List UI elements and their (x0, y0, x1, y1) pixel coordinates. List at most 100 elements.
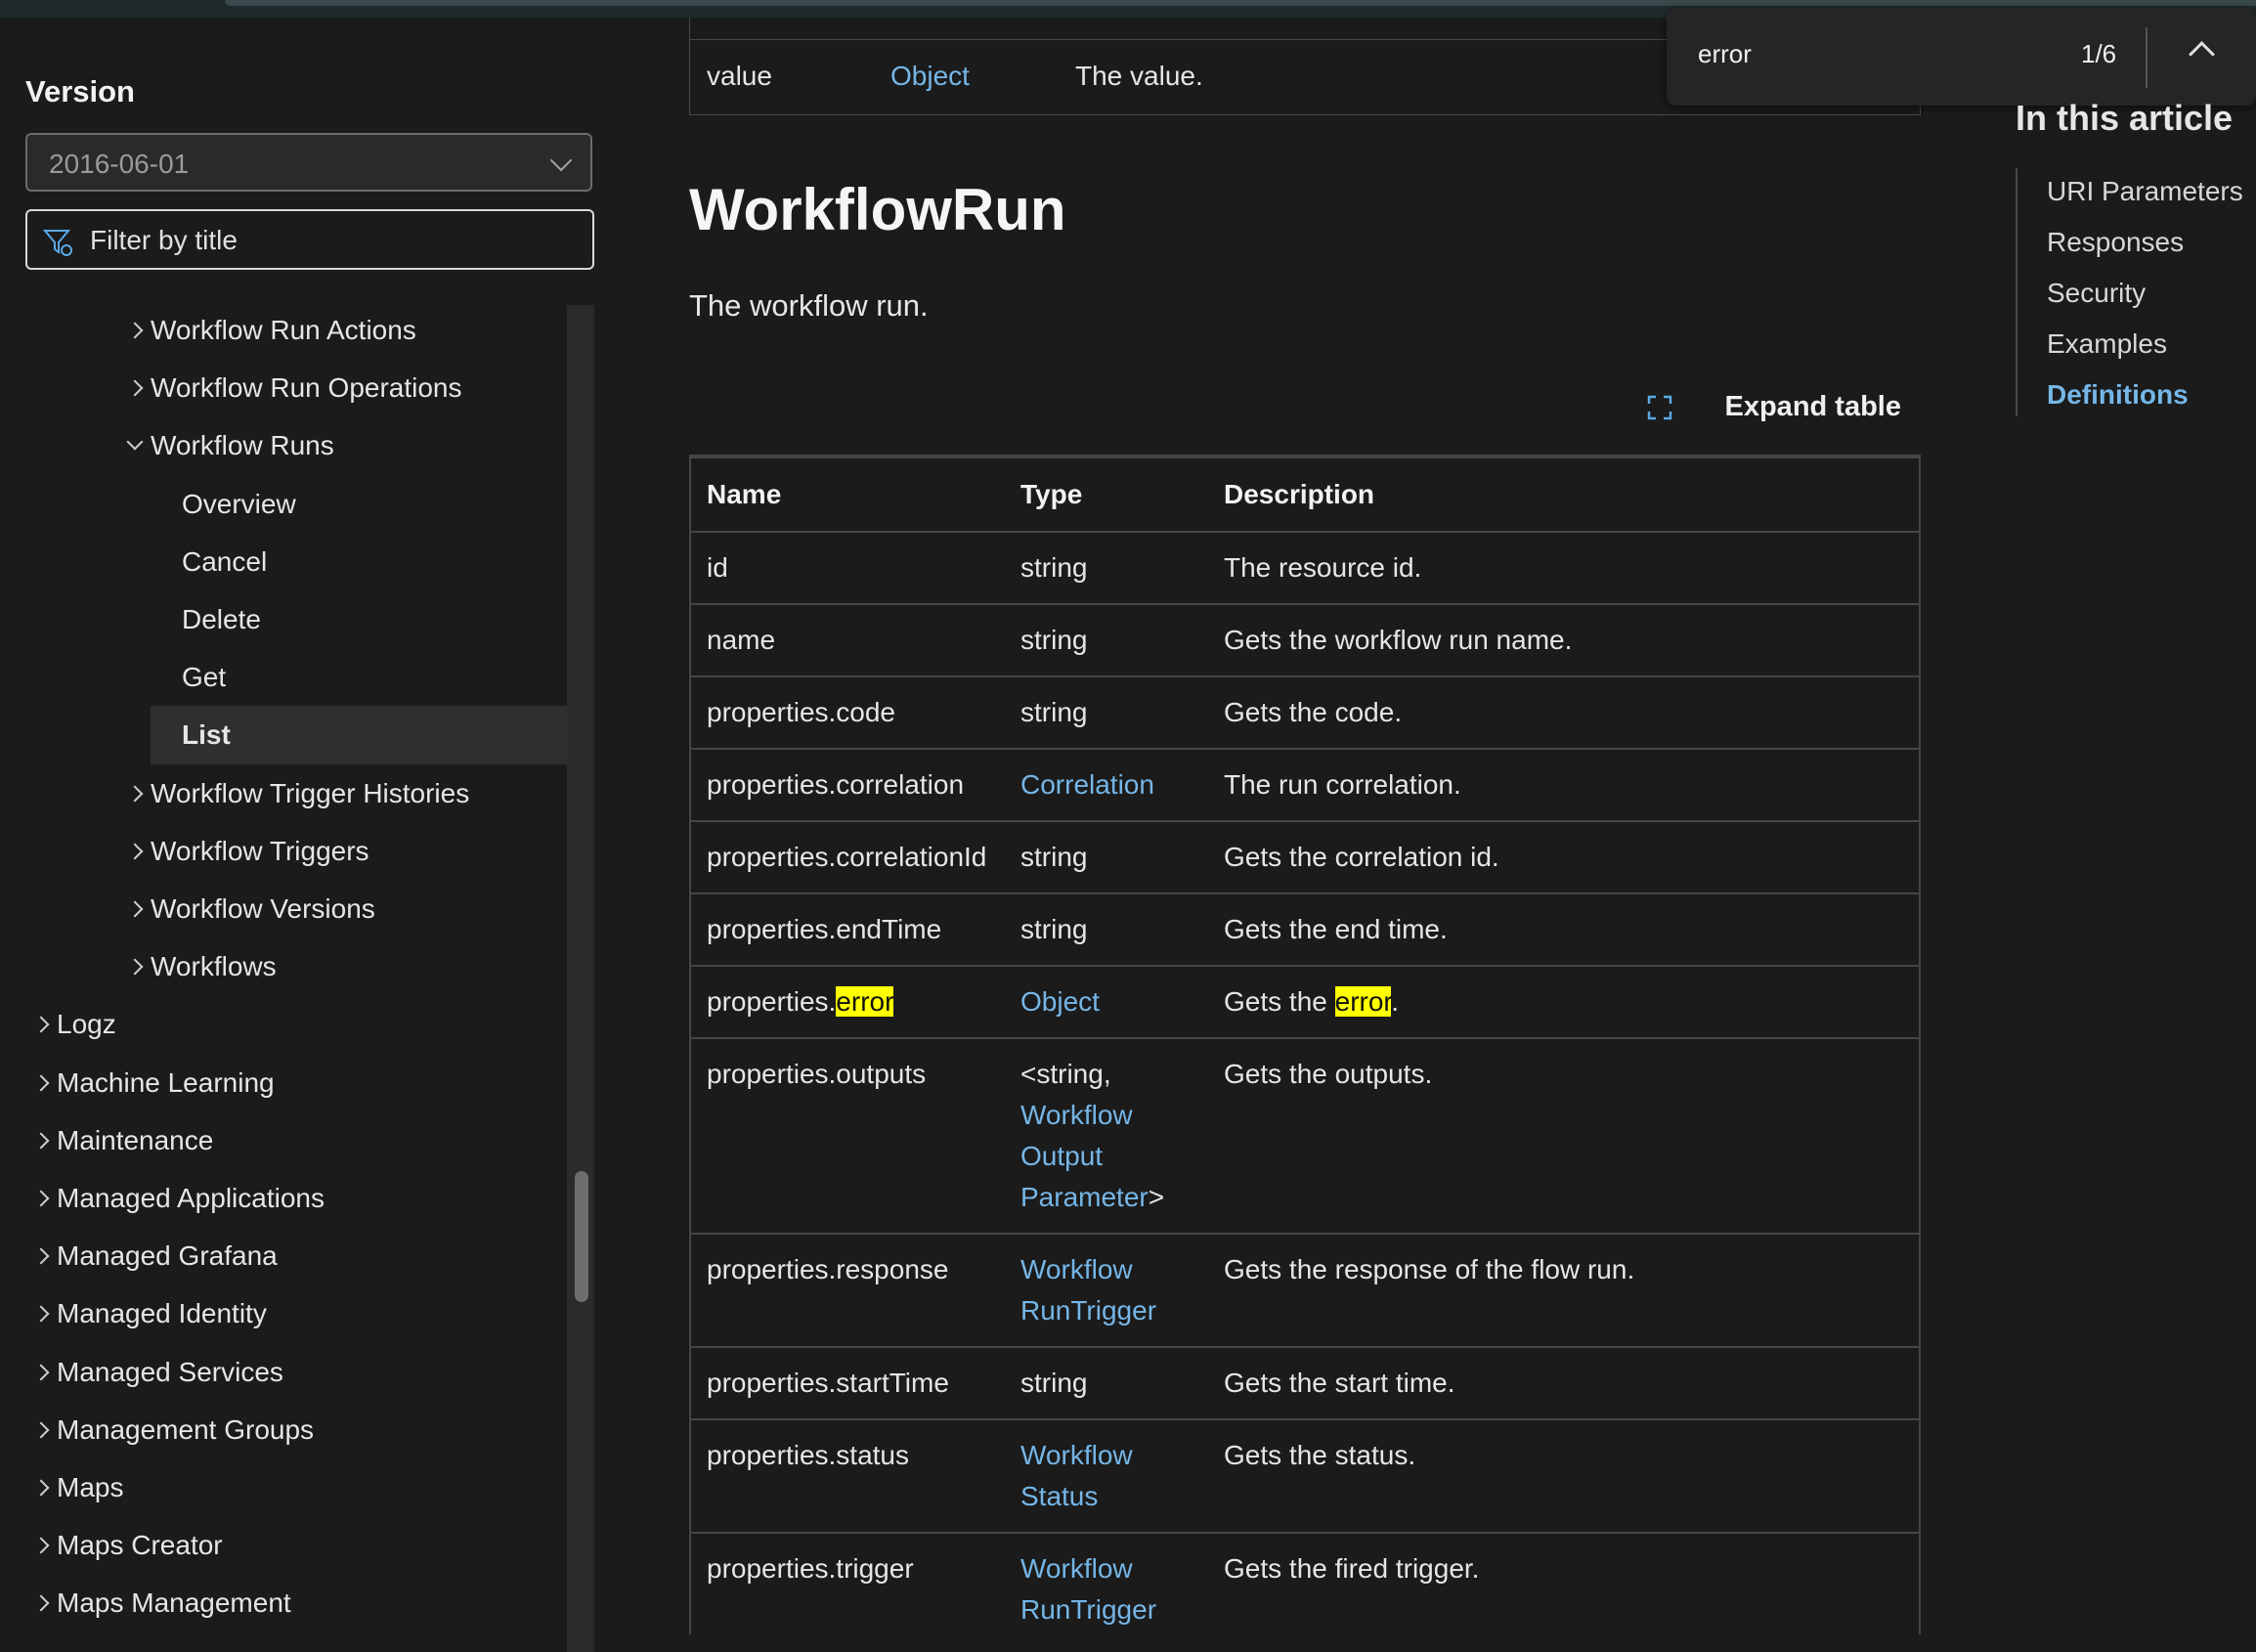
cell-type: Object (1005, 966, 1208, 1038)
article-toc-link[interactable]: Security (2047, 278, 2146, 309)
column-header-description: Description (1208, 457, 1919, 532)
type-link[interactable]: Workflow Status (1020, 1440, 1133, 1511)
toc-item-label: Logz (57, 997, 116, 1052)
type-link[interactable]: Workflow RunTrigger (1020, 1553, 1156, 1625)
toc-item[interactable]: Management Groups (0, 1403, 567, 1457)
type-link[interactable]: Correlation (1020, 769, 1154, 800)
toc-item-label: List (182, 708, 231, 762)
cell-type-link[interactable]: Object (890, 61, 970, 92)
toc-item[interactable]: Managed Services (0, 1345, 567, 1400)
toc-item-label: Maps Creator (57, 1518, 223, 1573)
find-match-highlight: error (1335, 986, 1392, 1017)
toc-item[interactable]: Workflow Runs (0, 418, 567, 473)
filter-icon (41, 225, 74, 258)
toc-item-label: Maps (57, 1460, 123, 1515)
find-input[interactable]: error (1698, 39, 1752, 69)
cell-description: Gets the response of the flow run. (1208, 1234, 1919, 1347)
cell-description: Gets the status. (1208, 1419, 1919, 1533)
toc-item-label: Delete (182, 592, 261, 647)
toc-item[interactable]: Managed Identity (0, 1286, 567, 1341)
type-text: string (1020, 914, 1087, 944)
toc-item[interactable]: Maps (0, 1460, 567, 1515)
chevron-right-icon (33, 1191, 50, 1207)
toc-item-label: Managed Identity (57, 1286, 267, 1341)
toc-item[interactable]: List (0, 708, 567, 762)
table-row: properties.error Object Gets the error. (691, 966, 1919, 1038)
version-value: 2016-06-01 (49, 149, 189, 180)
cell-name: properties.status (691, 1419, 1005, 1533)
toc-item-label: Workflow Versions (151, 882, 375, 936)
toc-item[interactable]: Workflow Trigger Histories (0, 766, 567, 821)
table-row: properties.triggerWorkflow RunTriggerGet… (691, 1533, 1919, 1634)
toc-item[interactable]: Logz (0, 997, 567, 1052)
toc-item-label: Management Groups (57, 1403, 314, 1457)
table-row: properties.outputs<string, Workflow Outp… (691, 1038, 1919, 1234)
cell-name: name (691, 604, 1005, 676)
left-sidebar: Version 2016-06-01 Filter by title Workf… (0, 18, 598, 1634)
sidebar-scrollbar-track[interactable] (567, 305, 594, 1652)
type-text: string (1020, 625, 1087, 655)
article-toc-link[interactable]: Examples (2047, 328, 2167, 360)
find-match-highlight: error (836, 986, 893, 1017)
toc-item[interactable]: Workflow Run Operations (0, 361, 567, 415)
article-toc-rail (2016, 168, 2017, 416)
find-match-count: 1/6 (2081, 39, 2116, 69)
toc-item-label: Cancel (182, 535, 267, 589)
toc-item-label: Workflow Runs (151, 418, 334, 473)
type-text: string (1020, 552, 1087, 583)
table-row: properties.correlationIdstringGets the c… (691, 821, 1919, 893)
toc-item[interactable]: Maps Creator (0, 1518, 567, 1573)
toc-item[interactable]: Maintenance (0, 1113, 567, 1168)
cell-type: Workflow Status (1005, 1419, 1208, 1533)
toc-item-label: Managed Grafana (57, 1229, 278, 1283)
toc-item[interactable]: Workflow Run Actions (0, 303, 567, 358)
toc-item[interactable]: Workflows (0, 939, 567, 994)
toc-item[interactable]: Cancel (0, 535, 567, 589)
definition-description: The workflow run. (689, 288, 929, 324)
toc-item[interactable]: Workflow Versions (0, 882, 567, 936)
toc-item[interactable]: Maps Management (0, 1576, 567, 1630)
toc-item[interactable]: Managed Applications (0, 1171, 567, 1226)
cell-name: properties.error (691, 966, 1005, 1038)
article-toc-link[interactable]: Responses (2047, 227, 2184, 258)
toc-item[interactable]: Delete (0, 592, 567, 647)
main-content: value Object The value. WorkflowRun The … (689, 0, 1921, 1634)
expand-table-button[interactable]: Expand table (1647, 391, 1901, 430)
type-link[interactable]: Workflow Output Parameter (1020, 1100, 1149, 1212)
chevron-right-icon (127, 785, 144, 802)
cell-name: id (691, 532, 1005, 604)
toc-item-label: Machine Learning (57, 1056, 275, 1110)
article-toc-link[interactable]: Definitions (2047, 379, 2189, 411)
type-link[interactable]: Workflow RunTrigger (1020, 1254, 1156, 1326)
toc-item-label: Maintenance (57, 1113, 213, 1168)
cell-description: Gets the error. (1208, 966, 1919, 1038)
chevron-down-icon (127, 434, 144, 451)
toc-item-label: Workflow Trigger Histories (151, 766, 469, 821)
toc-item[interactable]: Workflow Triggers (0, 824, 567, 879)
chevron-right-icon (127, 380, 144, 397)
filter-input[interactable]: Filter by title (25, 209, 594, 270)
table-row: properties.correlationCorrelationThe run… (691, 749, 1919, 821)
table-row: properties.codestringGets the code. (691, 676, 1919, 749)
sidebar-scrollbar-thumb[interactable] (575, 1171, 588, 1302)
toc-item[interactable]: Get (0, 650, 567, 705)
definition-table: Name Type Description idstringThe resour… (689, 455, 1921, 1634)
cell-description: The run correlation. (1208, 749, 1919, 821)
type-link[interactable]: Object (1020, 986, 1100, 1017)
chevron-right-icon (33, 1074, 50, 1091)
toc-item-label: Workflow Triggers (151, 824, 369, 879)
find-divider (2146, 27, 2148, 88)
cell-type: string (1005, 893, 1208, 966)
type-text: string (1020, 697, 1087, 727)
version-select[interactable]: 2016-06-01 (25, 133, 592, 192)
expand-icon (1647, 395, 1672, 420)
cell-description: Gets the start time. (1208, 1347, 1919, 1419)
toc-item[interactable]: Overview (0, 477, 567, 532)
table-row: namestringGets the workflow run name. (691, 604, 1919, 676)
version-label: Version (25, 74, 135, 109)
previous-match-chevron-up-icon[interactable] (2189, 41, 2215, 67)
type-text: string (1020, 1368, 1087, 1398)
article-toc-link[interactable]: URI Parameters (2047, 176, 2243, 207)
toc-item[interactable]: Machine Learning (0, 1056, 567, 1110)
toc-item[interactable]: Managed Grafana (0, 1229, 567, 1283)
